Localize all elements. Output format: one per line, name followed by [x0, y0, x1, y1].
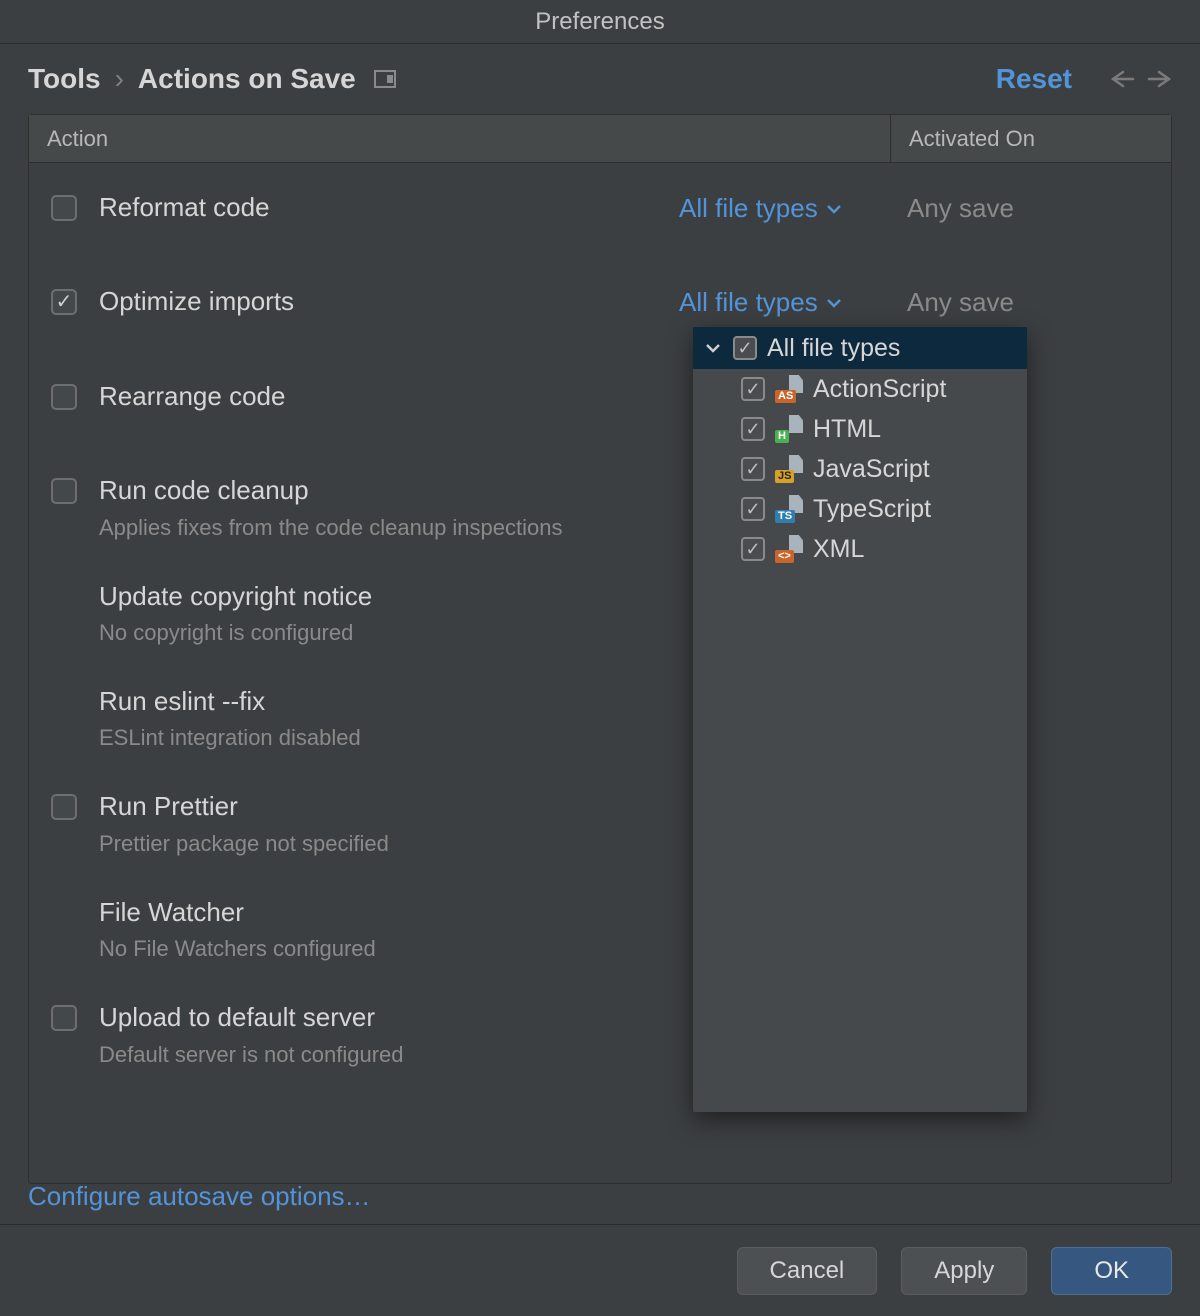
filetypes-all-label: All file types	[767, 334, 900, 363]
action-label: Rearrange code	[99, 378, 679, 414]
filetype-item-xml[interactable]: <> XML	[693, 529, 1027, 569]
actions-panel: Action Activated On Reformat code All fi…	[28, 114, 1172, 1184]
column-activated[interactable]: Activated On	[891, 126, 1171, 152]
cancel-button[interactable]: Cancel	[737, 1247, 878, 1295]
checkbox-typescript[interactable]	[741, 497, 765, 521]
breadcrumb-page: Actions on Save	[138, 63, 356, 95]
chevron-down-icon	[705, 342, 721, 354]
configure-autosave-link[interactable]: Configure autosave options…	[28, 1181, 371, 1212]
action-label: Run code cleanup	[99, 472, 679, 508]
column-headers: Action Activated On	[29, 115, 1171, 163]
filetype-label: ActionScript	[813, 375, 946, 404]
checkbox-javascript[interactable]	[741, 457, 765, 481]
action-label: Reformat code	[99, 189, 679, 225]
checkbox-upload[interactable]	[51, 1005, 77, 1031]
checkbox-all-filetypes[interactable]	[733, 336, 757, 360]
popout-icon[interactable]	[372, 69, 398, 89]
action-label: Optimize imports	[99, 283, 679, 319]
action-label: Run eslint --fix	[99, 683, 679, 719]
filetypes-dropdown-optimize[interactable]: All file types	[679, 283, 889, 318]
filetype-label: TypeScript	[813, 495, 931, 524]
checkbox-xml[interactable]	[741, 537, 765, 561]
chevron-down-icon	[826, 203, 842, 215]
filetype-icon-html: H	[775, 417, 803, 441]
filetype-item-actionscript[interactable]: AS ActionScript	[693, 369, 1027, 409]
checkbox-actionscript[interactable]	[741, 377, 765, 401]
reset-link[interactable]: Reset	[996, 63, 1072, 95]
action-sublabel: No copyright is configured	[99, 616, 679, 649]
dialog-footer: Cancel Apply OK	[0, 1224, 1200, 1316]
window-title: Preferences	[0, 0, 1200, 44]
apply-button[interactable]: Apply	[901, 1247, 1027, 1295]
column-action[interactable]: Action	[29, 115, 891, 162]
checkbox-cleanup[interactable]	[51, 478, 77, 504]
checkbox-rearrange[interactable]	[51, 384, 77, 410]
forward-icon[interactable]	[1146, 69, 1172, 89]
action-label: Run Prettier	[99, 788, 679, 824]
filetypes-dropdown-reformat[interactable]: All file types	[679, 189, 889, 224]
action-label: Update copyright notice	[99, 578, 679, 614]
action-label: Upload to default server	[99, 999, 679, 1035]
action-sublabel: Prettier package not specified	[99, 827, 679, 860]
activated-label: Any save	[889, 189, 1171, 224]
filetypes-popover-header[interactable]: All file types	[693, 327, 1027, 369]
breadcrumb-root[interactable]: Tools	[28, 63, 101, 95]
breadcrumb: Tools › Actions on Save Reset	[0, 44, 1200, 114]
filetype-icon-typescript: TS	[775, 497, 803, 521]
filetype-item-html[interactable]: H HTML	[693, 409, 1027, 449]
filetype-label: HTML	[813, 415, 881, 444]
filetype-icon-javascript: JS	[775, 457, 803, 481]
filetype-icon-actionscript: AS	[775, 377, 803, 401]
filetype-item-typescript[interactable]: TS TypeScript	[693, 489, 1027, 529]
breadcrumb-separator: ›	[115, 63, 124, 95]
action-row-optimize: Optimize imports All file types Any save	[29, 277, 1171, 325]
action-sublabel: Applies fixes from the code cleanup insp…	[99, 511, 679, 544]
filetype-label: JavaScript	[813, 455, 930, 484]
ok-button[interactable]: OK	[1051, 1247, 1172, 1295]
back-icon[interactable]	[1110, 69, 1136, 89]
chevron-down-icon	[826, 297, 842, 309]
action-sublabel: No File Watchers configured	[99, 932, 679, 965]
filetypes-popover[interactable]: All file types AS ActionScript H HTML JS…	[693, 327, 1027, 1112]
activated-label: Any save	[889, 283, 1171, 318]
checkbox-optimize[interactable]	[51, 289, 77, 315]
action-sublabel: Default server is not configured	[99, 1038, 679, 1071]
filetype-item-javascript[interactable]: JS JavaScript	[693, 449, 1027, 489]
filetypes-label: All file types	[679, 193, 818, 224]
action-label: File Watcher	[99, 894, 679, 930]
filetype-icon-xml: <>	[775, 537, 803, 561]
checkbox-html[interactable]	[741, 417, 765, 441]
filetype-label: XML	[813, 535, 864, 564]
checkbox-reformat[interactable]	[51, 195, 77, 221]
action-row-reformat: Reformat code All file types Any save	[29, 169, 1171, 231]
filetypes-label: All file types	[679, 287, 818, 318]
action-sublabel: ESLint integration disabled	[99, 721, 679, 754]
checkbox-prettier[interactable]	[51, 794, 77, 820]
